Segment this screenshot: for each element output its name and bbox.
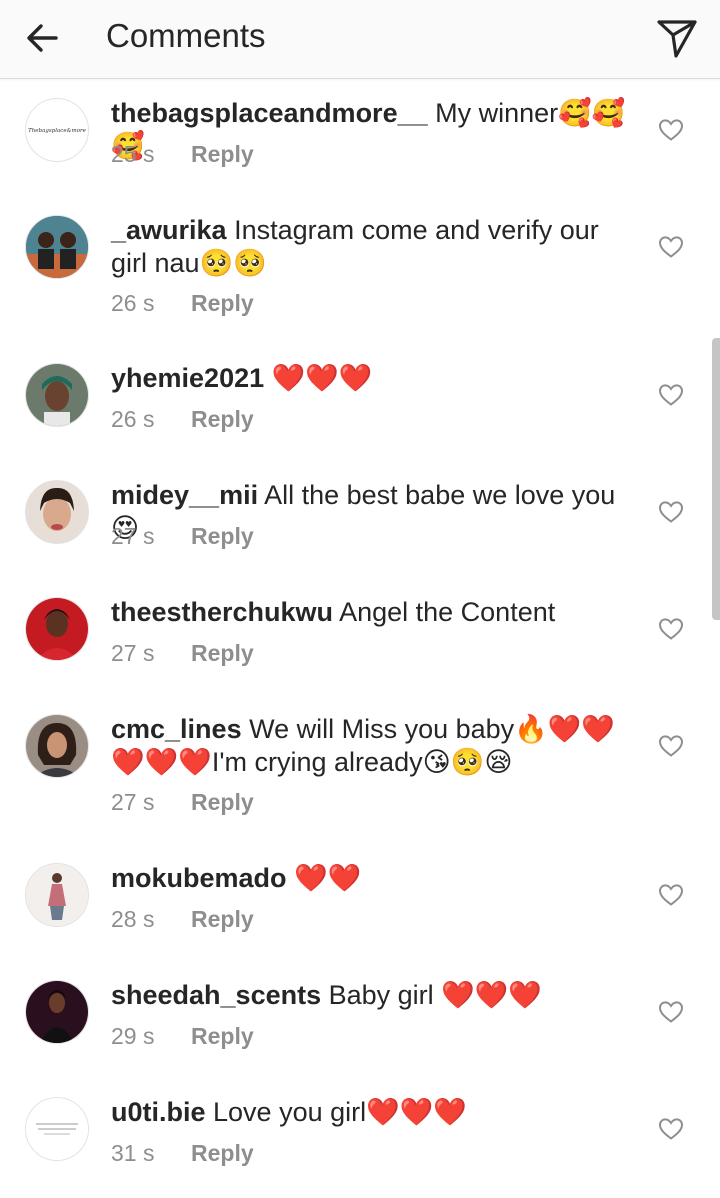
comment-username[interactable]: sheedah_scents <box>111 980 321 1010</box>
comment-text: Love you girl❤️❤️❤️ <box>205 1097 467 1127</box>
comment-time: 28 s <box>111 906 155 932</box>
avatar[interactable] <box>25 1097 89 1161</box>
like-heart-icon[interactable] <box>658 118 684 142</box>
like-heart-icon[interactable] <box>658 617 684 641</box>
reply-button[interactable]: Reply <box>191 640 254 666</box>
comment-body: theestherchukwu Angel the Content <box>111 596 641 629</box>
avatar-logo-text: Thebagsplace&more <box>28 128 87 134</box>
comment-time: 27 s <box>111 640 155 666</box>
scrollbar[interactable] <box>712 338 720 620</box>
reply-button[interactable]: Reply <box>191 789 254 815</box>
comment-body: u0ti.bie Love you girl❤️❤️❤️ <box>111 1096 641 1129</box>
like-heart-icon[interactable] <box>658 734 684 758</box>
avatar[interactable] <box>25 714 89 778</box>
comment-meta: 28 s Reply <box>111 906 254 933</box>
reply-button[interactable]: Reply <box>191 141 254 167</box>
comment-time: 26 s <box>111 406 155 432</box>
comment-body: mokubemado ❤️❤️ <box>111 862 641 895</box>
like-heart-icon[interactable] <box>658 883 684 907</box>
back-arrow-icon[interactable] <box>22 18 62 58</box>
reply-button[interactable]: Reply <box>191 406 254 432</box>
comment-body: sheedah_scents Baby girl ❤️❤️❤️ <box>111 979 641 1012</box>
reply-button[interactable]: Reply <box>191 1140 254 1166</box>
reply-button[interactable]: Reply <box>191 290 254 316</box>
top-bar: Comments <box>0 0 720 79</box>
reply-button[interactable]: Reply <box>191 906 254 932</box>
comment-time: 26 s <box>111 290 155 316</box>
comment-meta: 27 s Reply <box>111 523 254 550</box>
comment-text: ❤️❤️ <box>286 863 362 893</box>
comment-username[interactable]: mokubemado <box>111 863 287 893</box>
reply-button[interactable]: Reply <box>191 523 254 549</box>
comment-body: yhemie2021 ❤️❤️❤️ <box>111 362 641 395</box>
comment-meta: 27 s Reply <box>111 640 254 667</box>
like-heart-icon[interactable] <box>658 383 684 407</box>
comment-meta: 26 s Reply <box>111 290 254 317</box>
like-heart-icon[interactable] <box>658 1117 684 1141</box>
comment-text: Angel the Content <box>333 597 556 627</box>
comment-meta: 26 s Reply <box>111 406 254 433</box>
comment-meta: 29 s Reply <box>111 1023 254 1050</box>
direct-send-icon[interactable] <box>654 14 700 60</box>
comment-text: Baby girl ❤️❤️❤️ <box>321 980 543 1010</box>
reply-button[interactable]: Reply <box>191 1023 254 1049</box>
comment-meta: 25 s Reply <box>111 141 254 168</box>
comment-time: 29 s <box>111 1023 155 1049</box>
comment-username[interactable]: cmc_lines <box>111 714 242 744</box>
comment-time: 31 s <box>111 1140 155 1166</box>
comment-username[interactable]: u0ti.bie <box>111 1097 206 1127</box>
comment-username[interactable]: _awurika <box>111 215 227 245</box>
comment-meta: 31 s Reply <box>111 1140 254 1167</box>
comment-time: 27 s <box>111 789 155 815</box>
avatar[interactable] <box>25 980 89 1044</box>
avatar[interactable]: Thebagsplace&more <box>25 98 89 162</box>
like-heart-icon[interactable] <box>658 235 684 259</box>
comment-username[interactable]: yhemie2021 <box>111 363 264 393</box>
comment-body: _awurika Instagram come and verify our g… <box>111 214 641 280</box>
avatar[interactable] <box>25 215 89 279</box>
comment-username[interactable]: midey__mii <box>111 480 258 510</box>
comment-body: cmc_lines We will Miss you baby🔥❤️❤️❤️❤️… <box>111 713 641 779</box>
comment-username[interactable]: thebagsplaceandmore__ <box>111 98 428 128</box>
comment-text: ❤️❤️❤️ <box>264 363 373 393</box>
avatar[interactable] <box>25 480 89 544</box>
comment-username[interactable]: theestherchukwu <box>111 597 333 627</box>
comment-time: 27 s <box>111 523 155 549</box>
avatar[interactable] <box>25 863 89 927</box>
page-title: Comments <box>106 17 266 54</box>
like-heart-icon[interactable] <box>658 1000 684 1024</box>
avatar[interactable] <box>25 363 89 427</box>
like-heart-icon[interactable] <box>658 500 684 524</box>
comment-time: 25 s <box>111 141 155 167</box>
comment-meta: 27 s Reply <box>111 789 254 816</box>
avatar[interactable] <box>25 597 89 661</box>
